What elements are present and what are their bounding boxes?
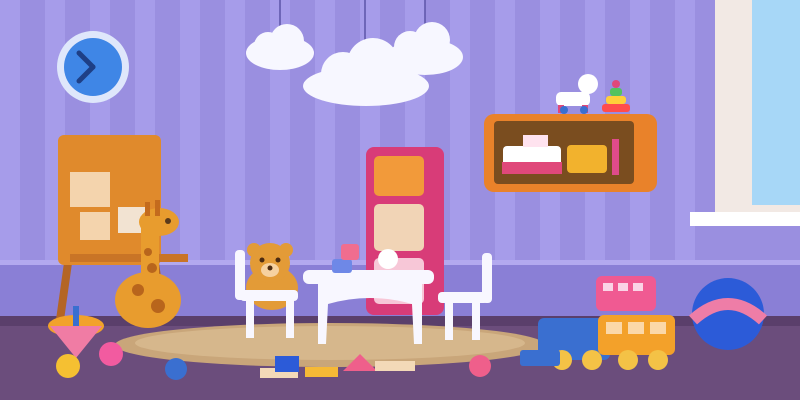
shelf-icon xyxy=(484,114,657,192)
bus-icon xyxy=(596,276,656,311)
train-icon xyxy=(520,315,675,370)
playroom-illustration xyxy=(0,0,800,400)
rug-inner xyxy=(135,326,525,360)
clock-icon xyxy=(57,31,129,103)
ball-icon xyxy=(688,278,768,350)
